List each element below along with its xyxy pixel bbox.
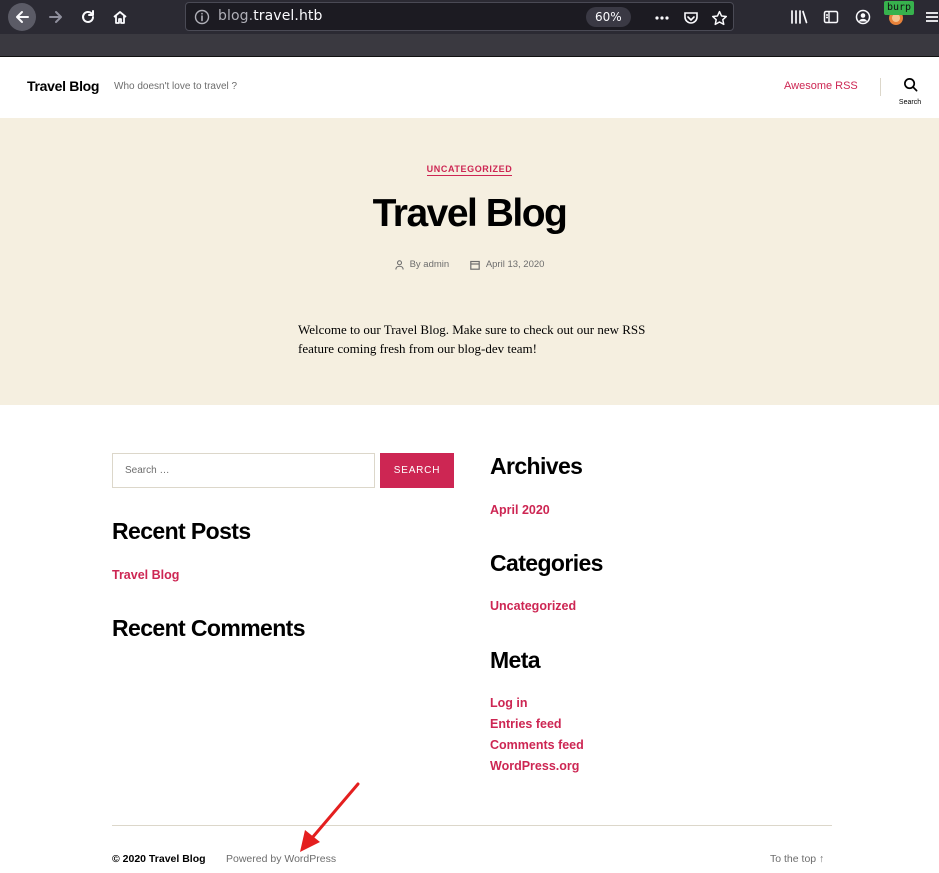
header-separator: [880, 78, 881, 96]
category-link[interactable]: Uncategorized: [490, 599, 576, 613]
browser-toolbar: blog.travel.htb 60% burp: [0, 0, 939, 57]
footer-copyright[interactable]: © 2020 Travel Blog: [112, 853, 206, 865]
forward-button[interactable]: [42, 3, 70, 31]
categories-title: Categories: [490, 550, 603, 576]
archives-title: Archives: [490, 453, 583, 479]
pocket-button[interactable]: [682, 9, 700, 27]
url-text[interactable]: blog.travel.htb: [218, 8, 323, 24]
post-hero: UNCATEGORIZED Travel Blog By admin April…: [0, 118, 939, 405]
post-date-link[interactable]: April 13, 2020: [486, 259, 545, 270]
forward-arrow-icon: [49, 11, 62, 23]
bookmark-button[interactable]: [710, 9, 728, 27]
search-toggle-button[interactable]: Search: [893, 77, 927, 109]
annotation-arrow-icon: [300, 782, 360, 852]
meta-link-wordpress-org[interactable]: WordPress.org: [490, 759, 579, 773]
search-field-wrapper: [112, 453, 375, 488]
reload-icon: [82, 10, 94, 23]
url-host-domain: travel.htb: [253, 8, 323, 24]
back-arrow-icon: [16, 11, 29, 23]
burp-badge: burp: [884, 1, 915, 15]
account-button[interactable]: [853, 7, 873, 27]
recent-posts-title: Recent Posts: [112, 518, 251, 544]
meta-link-comments-feed[interactable]: Comments feed: [490, 738, 584, 752]
search-input[interactable]: [113, 454, 374, 487]
home-icon: [113, 11, 127, 24]
post-author: By admin: [394, 259, 450, 270]
more-dots-icon: [655, 16, 669, 20]
to-the-top-link[interactable]: To the top ↑: [770, 853, 824, 865]
recent-post-link[interactable]: Travel Blog: [112, 568, 179, 582]
library-button[interactable]: [789, 7, 809, 27]
meta-link-login[interactable]: Log in: [490, 696, 528, 710]
search-submit-button[interactable]: SEARCH: [380, 453, 454, 488]
toolbar-strip: [0, 34, 939, 56]
recent-comments-title: Recent Comments: [112, 615, 306, 641]
url-host-prefix: blog.: [218, 8, 254, 24]
menu-button[interactable]: [922, 7, 939, 27]
library-icon: [791, 10, 808, 24]
back-button[interactable]: [8, 3, 36, 31]
calendar-icon: [470, 260, 480, 270]
zoom-level-badge[interactable]: 60%: [586, 7, 631, 27]
archive-link[interactable]: April 2020: [490, 503, 550, 517]
site-description: Who doesn't love to travel ?: [114, 81, 238, 92]
footer-divider: [112, 825, 832, 826]
account-icon: [855, 9, 871, 25]
nav-link-awesome-rss[interactable]: Awesome RSS: [784, 80, 858, 92]
post-content: Welcome to our Travel Blog. Make sure to…: [298, 322, 646, 356]
hamburger-menu-icon: [926, 12, 938, 22]
post-date: April 13, 2020: [470, 259, 545, 270]
post-category-link[interactable]: UNCATEGORIZED: [426, 164, 513, 176]
reload-button[interactable]: [74, 3, 102, 31]
search-icon: [903, 78, 917, 92]
home-button[interactable]: [106, 3, 134, 31]
sidebar-button[interactable]: [821, 7, 841, 27]
user-icon: [394, 259, 404, 270]
url-bar[interactable]: blog.travel.htb 60%: [185, 2, 734, 31]
info-icon[interactable]: [194, 9, 210, 25]
meta-link-entries-feed[interactable]: Entries feed: [490, 717, 562, 731]
meta-title: Meta: [490, 647, 541, 673]
site-header: Travel Blog Who doesn't love to travel ?…: [0, 57, 939, 118]
sidebar-icon: [823, 10, 839, 24]
post-title[interactable]: Travel Blog: [0, 192, 939, 236]
post-meta: By admin April 13, 2020: [0, 259, 939, 273]
page-actions-button[interactable]: [653, 9, 671, 27]
search-toggle-label: Search: [898, 99, 922, 106]
site-title[interactable]: Travel Blog: [27, 78, 99, 94]
pocket-icon: [684, 12, 698, 24]
post-author-link[interactable]: By admin: [410, 259, 450, 270]
post-category-container: UNCATEGORIZED: [0, 164, 939, 176]
star-icon: [711, 10, 727, 25]
footer-powered-by[interactable]: Powered by WordPress: [226, 853, 336, 865]
